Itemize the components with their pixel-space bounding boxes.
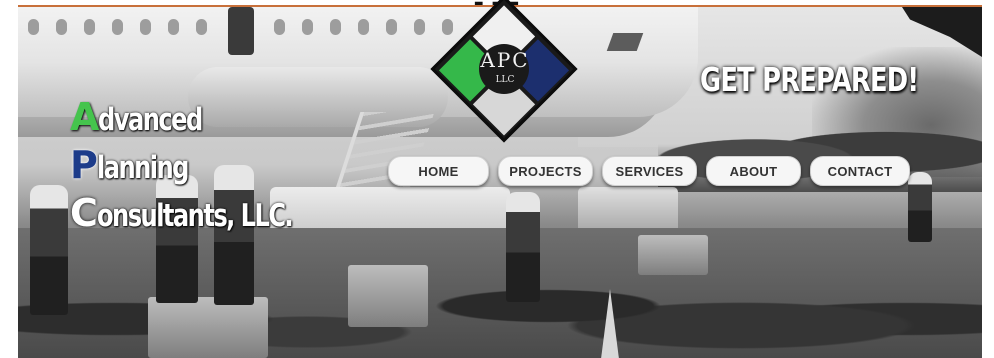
traffic-cone bbox=[601, 289, 619, 358]
nav-services-button[interactable]: SERVICES bbox=[602, 156, 697, 186]
main-nav: HOME PROJECTS SERVICES ABOUT CONTACT bbox=[388, 156, 910, 186]
airplane-cockpit bbox=[606, 33, 644, 51]
responder-figure bbox=[30, 185, 68, 315]
company-line-consultants: Consultants, LLC. bbox=[70, 191, 347, 239]
company-name: Advanced Planning Consultants, LLC. bbox=[70, 95, 347, 239]
initial-a: A bbox=[70, 95, 99, 139]
debris-block bbox=[638, 235, 708, 275]
bystander-figure bbox=[908, 172, 932, 242]
concrete-block bbox=[148, 297, 268, 358]
nav-about-button[interactable]: ABOUT bbox=[706, 156, 801, 186]
word-consultants: onsultants, LLC. bbox=[96, 198, 294, 234]
logo-text: APC bbox=[480, 48, 530, 72]
company-line-planning: Planning bbox=[70, 143, 347, 191]
nav-contact-button[interactable]: CONTACT bbox=[810, 156, 910, 186]
tagline-get-prepared: GET PREPARED! bbox=[700, 60, 919, 99]
company-line-advanced: Advanced bbox=[70, 95, 347, 143]
airplane-door bbox=[228, 7, 254, 55]
word-advanced: dvanced bbox=[98, 102, 203, 138]
initial-c: C bbox=[70, 191, 98, 235]
nav-projects-button[interactable]: PROJECTS bbox=[498, 156, 593, 186]
nav-home-button[interactable]: HOME bbox=[388, 156, 489, 186]
firefighter-figure bbox=[506, 192, 540, 302]
initial-p: P bbox=[70, 143, 98, 187]
logo-llc-text: LLC bbox=[495, 75, 515, 85]
concrete-block bbox=[348, 265, 428, 327]
word-planning: lanning bbox=[96, 150, 189, 186]
